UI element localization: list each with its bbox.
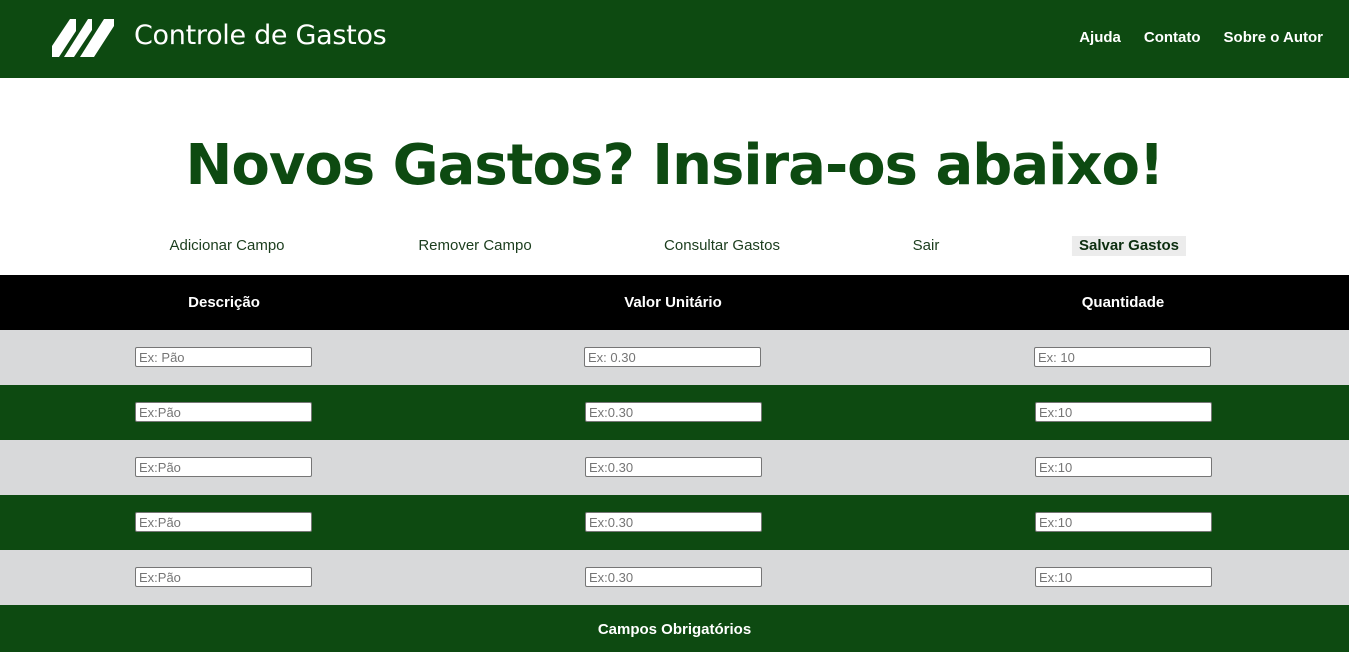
table-row [0, 385, 1349, 440]
quantity-input[interactable] [1035, 402, 1212, 422]
column-header-quantity: Quantidade [1081, 294, 1165, 311]
table-row [0, 440, 1349, 495]
brand-title[interactable]: Controle de Gastos [134, 17, 387, 55]
quantity-input[interactable] [1035, 512, 1212, 532]
quantity-input[interactable] [1035, 567, 1212, 587]
description-input[interactable] [135, 457, 312, 477]
quantity-input[interactable] [1034, 347, 1211, 367]
app-header: Controle de Gastos Ajuda Contato Sobre o… [0, 0, 1349, 78]
remove-field-button[interactable]: Remover Campo [418, 235, 531, 257]
consult-expenses-button[interactable]: Consultar Gastos [664, 235, 780, 257]
unit-value-input[interactable] [585, 402, 762, 422]
column-header-unit-value: Valor Unitário [624, 294, 722, 311]
action-bar: Adicionar Campo Remover Campo Consultar … [0, 235, 1349, 257]
unit-value-input[interactable] [585, 457, 762, 477]
unit-value-input[interactable] [585, 512, 762, 532]
required-fields-bar: Campos Obrigatórios [0, 605, 1349, 652]
nav-link-ajuda[interactable]: Ajuda [1079, 27, 1121, 49]
table-row [0, 550, 1349, 605]
required-fields-note: Campos Obrigatórios [597, 621, 752, 638]
save-expenses-button[interactable]: Salvar Gastos [1071, 236, 1187, 256]
description-input[interactable] [135, 567, 312, 587]
column-header-description: Descrição [188, 294, 260, 311]
stripes-logo-icon[interactable] [52, 19, 116, 57]
top-nav: Ajuda Contato Sobre o Autor [1079, 27, 1323, 49]
page-title: Novos Gastos? Insira-os abaixo! [185, 133, 1165, 198]
description-input[interactable] [135, 512, 312, 532]
description-input[interactable] [135, 347, 312, 367]
description-input[interactable] [135, 402, 312, 422]
unit-value-input[interactable] [584, 347, 761, 367]
unit-value-input[interactable] [585, 567, 762, 587]
table-row [0, 495, 1349, 550]
exit-button[interactable]: Sair [913, 235, 940, 257]
quantity-input[interactable] [1035, 457, 1212, 477]
table-row [0, 330, 1349, 385]
table-header: Descrição Valor Unitário Quantidade [0, 275, 1349, 330]
nav-link-contato[interactable]: Contato [1144, 27, 1201, 49]
nav-link-sobre-o-autor[interactable]: Sobre o Autor [1224, 27, 1323, 49]
add-field-button[interactable]: Adicionar Campo [169, 235, 284, 257]
